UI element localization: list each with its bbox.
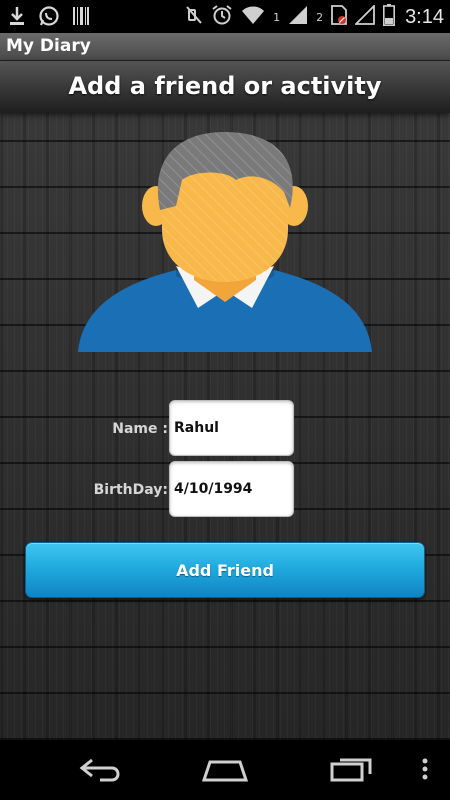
app-title: My Diary <box>6 36 91 56</box>
signal-icon <box>288 5 308 29</box>
sim2-label: 2 <box>316 10 324 24</box>
action-bar: My Diary <box>0 33 450 61</box>
signal-icon-2 <box>353 3 375 29</box>
avatar <box>76 130 374 370</box>
birthday-label: BirthDay: <box>93 482 168 498</box>
back-icon[interactable] <box>78 754 124 788</box>
page-title: Add a friend or activity <box>68 72 382 100</box>
navigation-bar <box>0 740 450 800</box>
mute-icon <box>185 5 203 29</box>
name-field[interactable]: Rahul <box>169 400 294 456</box>
barcode-icon <box>72 6 90 30</box>
no-sim-icon <box>331 5 347 29</box>
system-icons: 1 2 3:14 <box>185 3 444 30</box>
recent-apps-icon[interactable] <box>328 754 374 788</box>
birthday-field[interactable]: 4/10/1994 <box>169 461 294 517</box>
battery-icon <box>383 4 396 30</box>
clock: 3:14 <box>405 5 444 28</box>
overflow-menu-icon[interactable] <box>420 754 430 788</box>
sim-slot-label: 1 <box>273 10 281 24</box>
main-content: Add a friend or activity Name: Rahul Bi… <box>0 61 450 740</box>
whatsapp-icon <box>38 5 60 31</box>
alarm-icon <box>211 4 233 30</box>
wifi-icon <box>241 5 265 29</box>
notification-icons <box>8 5 90 31</box>
home-icon[interactable] <box>200 754 250 788</box>
add-friend-button[interactable]: Add Friend <box>25 542 425 598</box>
person-icon <box>78 132 372 352</box>
name-label: Name : <box>112 421 168 437</box>
status-bar: 1 2 3:14 <box>0 0 450 33</box>
download-icon <box>8 6 26 30</box>
